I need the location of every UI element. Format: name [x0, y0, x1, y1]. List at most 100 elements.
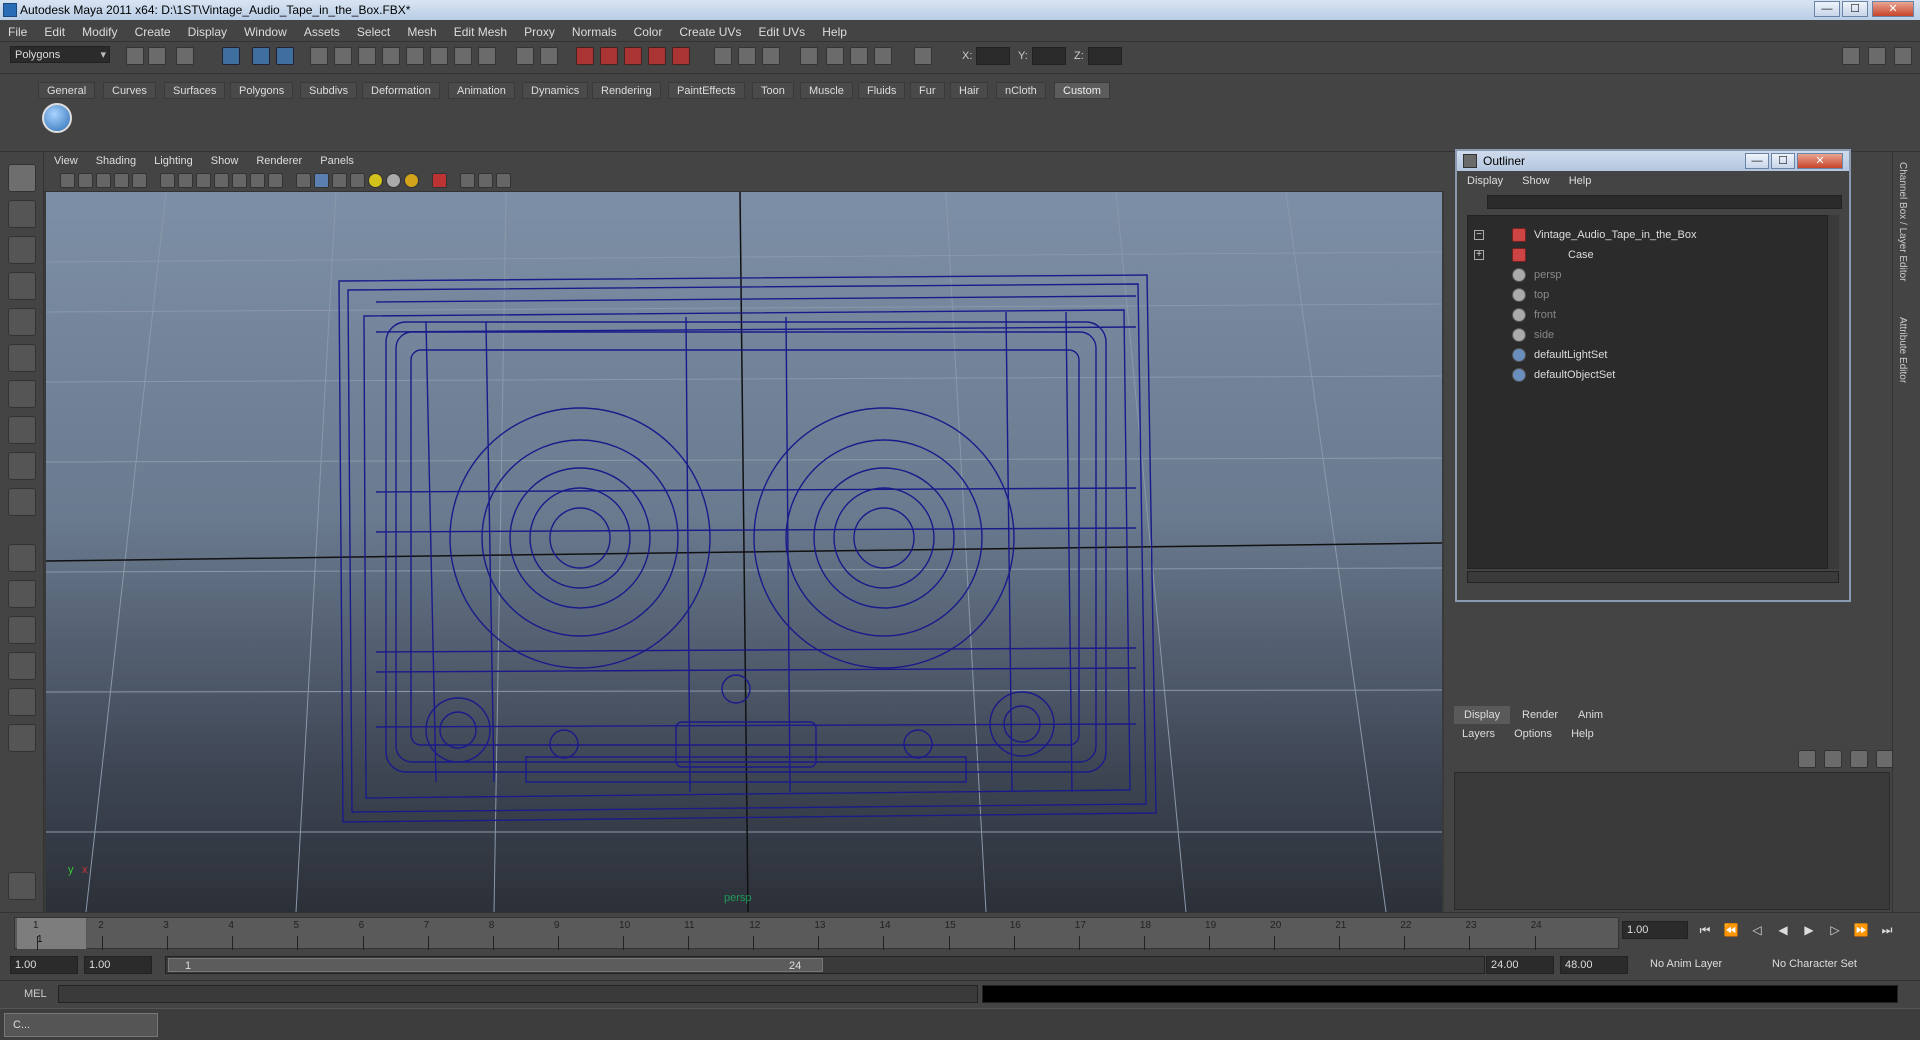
hud-icon[interactable] [478, 173, 493, 188]
wireframe-on-shaded-icon[interactable] [332, 173, 347, 188]
playback-start-field[interactable]: 1.00 [84, 956, 152, 974]
outliner-filter-input[interactable] [1487, 195, 1842, 209]
help-query-icon[interactable] [478, 47, 496, 65]
snap-live-icon[interactable] [406, 47, 424, 65]
menu-create-uvs[interactable]: Create UVs [671, 20, 747, 39]
show-manipulator-icon[interactable] [8, 452, 36, 480]
step-back-key-button[interactable]: ⏪ [1722, 923, 1740, 939]
play-forwards-button[interactable]: ▶ [1800, 923, 1818, 939]
component-mask-icon[interactable] [800, 47, 818, 65]
toggle-tool-settings-icon[interactable] [1894, 47, 1912, 65]
menu-display[interactable]: Display [180, 20, 233, 39]
outliner-item[interactable]: persp [1468, 266, 1823, 284]
last-tool-icon[interactable] [8, 488, 36, 516]
select-object-icon[interactable] [252, 47, 270, 65]
menu-color[interactable]: Color [626, 20, 669, 39]
current-time-field[interactable]: 1.00 [1622, 921, 1688, 939]
bookmarks-icon[interactable] [96, 173, 111, 188]
shelf-tab-polygons[interactable]: Polygons [230, 82, 294, 99]
image-plane-icon[interactable] [114, 173, 129, 188]
snap-grid-icon[interactable] [310, 47, 328, 65]
rotate-tool-icon[interactable] [8, 308, 36, 336]
y-coord-field[interactable] [1032, 47, 1066, 65]
2d-pan-zoom-icon[interactable] [132, 173, 147, 188]
shelf-tab-subdivs[interactable]: Subdivs [300, 82, 358, 99]
lock-icon[interactable] [516, 47, 534, 65]
close-button[interactable]: ✕ [1872, 1, 1914, 17]
move-tool-icon[interactable] [8, 272, 36, 300]
panel-menu-shading[interactable]: Shading [86, 152, 141, 167]
select-camera-icon[interactable] [60, 173, 75, 188]
snap-curve-icon[interactable] [334, 47, 352, 65]
tab-render-layers[interactable]: Render [1512, 706, 1568, 724]
transform-mode-icon[interactable] [914, 47, 932, 65]
shelf-tab-muscle[interactable]: Muscle [800, 82, 853, 99]
outliner-horizontal-scrollbar[interactable] [1467, 571, 1839, 583]
channel-box-tab[interactable]: Channel Box / Layer Editor [1897, 162, 1908, 282]
character-set-dropdown[interactable]: No Character Set [1768, 956, 1880, 974]
shelf-tab-ncloth[interactable]: nCloth [996, 82, 1046, 99]
z-coord-field[interactable] [1088, 47, 1122, 65]
soft-modification-icon[interactable] [8, 416, 36, 444]
grid-toggle-icon[interactable] [160, 173, 175, 188]
menu-assets[interactable]: Assets [296, 20, 346, 39]
history-icon[interactable] [430, 47, 448, 65]
four-view-layout-icon[interactable] [8, 580, 36, 608]
menu-help[interactable]: Help [814, 20, 853, 39]
x-coord-field[interactable] [976, 47, 1010, 65]
menu-file[interactable]: File [0, 20, 33, 39]
tab-display-layers[interactable]: Display [1454, 706, 1511, 724]
perspective-viewport[interactable]: y x persp [46, 192, 1442, 912]
select-tool-icon[interactable] [8, 164, 36, 192]
snap-plane-icon[interactable] [382, 47, 400, 65]
outliner-item[interactable]: − Vintage_Audio_Tape_in_the_Box [1468, 226, 1823, 244]
persp-graph-layout-icon[interactable] [8, 652, 36, 680]
component-mask3-icon[interactable] [850, 47, 868, 65]
shelf-tab-curves[interactable]: Curves [103, 82, 156, 99]
minimize-button[interactable]: — [1814, 1, 1840, 17]
shelf-tab-rendering[interactable]: Rendering [592, 82, 661, 99]
menu-select[interactable]: Select [349, 20, 396, 39]
render-frame-icon[interactable] [576, 47, 594, 65]
snap-point-icon[interactable] [358, 47, 376, 65]
graph-editor-layout-icon[interactable] [8, 724, 36, 752]
persp-outliner-layout-icon[interactable] [8, 616, 36, 644]
shelf-tab-toon[interactable]: Toon [752, 82, 794, 99]
outliner-vertical-scrollbar[interactable] [1827, 215, 1839, 569]
expand-toggle[interactable]: + [1474, 250, 1484, 260]
menu-normals[interactable]: Normals [564, 20, 623, 39]
step-forward-frame-button[interactable]: ▷ [1826, 923, 1844, 939]
outliner-menu-show[interactable]: Show [1512, 173, 1556, 187]
outliner-item[interactable]: side [1468, 326, 1823, 344]
panel-menu-renderer[interactable]: Renderer [246, 152, 307, 167]
default-light-icon[interactable] [404, 173, 419, 188]
construction-history-icon[interactable] [714, 47, 732, 65]
universal-manipulator-icon[interactable] [8, 380, 36, 408]
lasso-tool-icon[interactable] [8, 200, 36, 228]
menu-edit-uvs[interactable]: Edit UVs [750, 20, 811, 39]
shelf-tab-fur[interactable]: Fur [910, 82, 945, 99]
shelf-tab-deformation[interactable]: Deformation [362, 82, 440, 99]
layer-menu-help[interactable]: Help [1561, 726, 1600, 740]
anim-layer-dropdown[interactable]: No Anim Layer [1646, 956, 1746, 974]
render-settings-icon[interactable] [624, 47, 642, 65]
shelf-tab-dynamics[interactable]: Dynamics [522, 82, 589, 99]
single-perspective-layout-icon[interactable] [8, 544, 36, 572]
render-view-icon[interactable] [672, 47, 690, 65]
shelf-tab-hair[interactable]: Hair [950, 82, 989, 99]
shelf-tab-fluids[interactable]: Fluids [858, 82, 906, 99]
toggle-attribute-editor-icon[interactable] [1868, 47, 1886, 65]
menu-mesh[interactable]: Mesh [399, 20, 442, 39]
menu-edit-mesh[interactable]: Edit Mesh [446, 20, 513, 39]
new-layer-icon[interactable] [1850, 750, 1868, 768]
panel-menu-show[interactable]: Show [201, 152, 244, 167]
outliner-menu-help[interactable]: Help [1559, 173, 1598, 187]
menu-set-dropdown[interactable]: Polygons [10, 46, 110, 63]
select-highlight-icon[interactable] [540, 47, 558, 65]
playback-end-field[interactable]: 24.00 [1486, 956, 1554, 974]
menu-proxy[interactable]: Proxy [516, 20, 561, 39]
shelf-tab-surfaces[interactable]: Surfaces [164, 82, 226, 99]
panel-menu-lighting[interactable]: Lighting [144, 152, 198, 167]
inputs-icon[interactable] [454, 47, 472, 65]
shelf-tab-custom[interactable]: Custom [1054, 82, 1110, 99]
